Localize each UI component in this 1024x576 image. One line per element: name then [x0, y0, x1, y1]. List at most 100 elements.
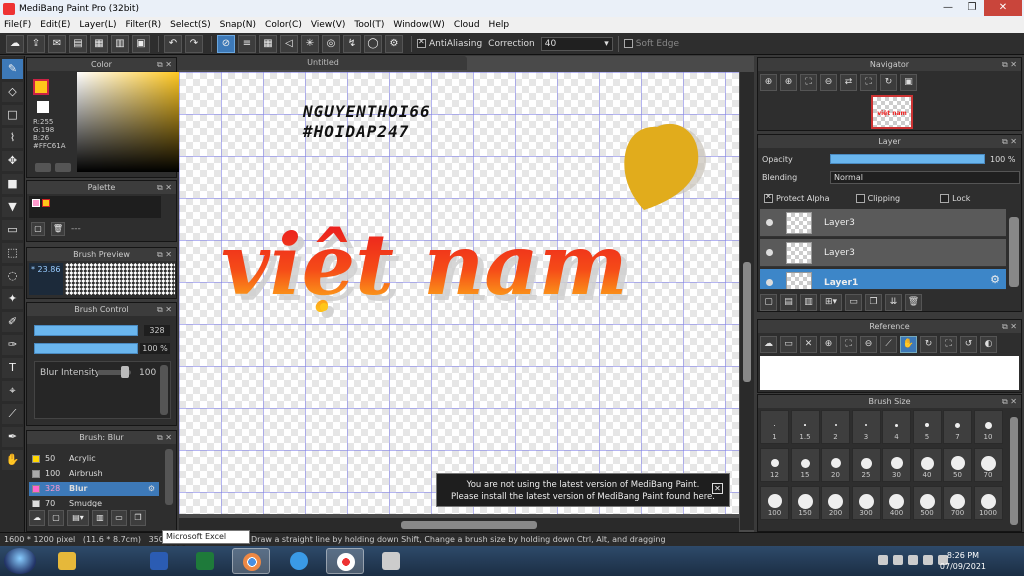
- menu-file[interactable]: File(F): [4, 20, 31, 30]
- ie-taskbar-button[interactable]: [280, 548, 318, 574]
- lasso-tool-icon[interactable]: ⌇: [2, 128, 23, 148]
- canvas-vertical-scrollbar[interactable]: [740, 72, 754, 530]
- brush-item-smudge[interactable]: 70 Smudge: [29, 497, 183, 507]
- delete-palette-icon[interactable]: 🗑: [51, 222, 65, 236]
- reference-eyedropper-icon[interactable]: ⟋: [880, 336, 897, 353]
- windows-start-icon[interactable]: [4, 548, 36, 574]
- correction-select[interactable]: 40: [540, 36, 613, 51]
- color-swap-button[interactable]: [55, 163, 71, 172]
- layer-row[interactable]: Layer3: [760, 209, 1006, 237]
- circle-snap-icon[interactable]: ◯: [364, 34, 382, 53]
- vanishing-snap-icon[interactable]: ◁: [280, 34, 298, 53]
- layer-visibility-icon[interactable]: [766, 279, 773, 286]
- curve-snap-icon[interactable]: ↯: [343, 34, 361, 53]
- brush-size-scrollbar[interactable]: [1010, 417, 1018, 525]
- menu-view[interactable]: View(V): [311, 20, 346, 30]
- brush-size-option[interactable]: 1.5: [790, 410, 820, 444]
- new-brush-icon[interactable]: ▢: [48, 510, 64, 526]
- brush-folder-icon[interactable]: ▭: [111, 510, 127, 526]
- foreground-color-swatch[interactable]: [33, 79, 49, 95]
- menu-color[interactable]: Color(C): [265, 20, 302, 30]
- dot-tool-icon[interactable]: □: [2, 105, 23, 125]
- bucket-tool-icon[interactable]: ▼: [2, 197, 23, 217]
- soft-edge-checkbox[interactable]: [623, 39, 633, 48]
- palette-swatch-pink[interactable]: [32, 199, 40, 207]
- duplicate-layer-icon[interactable]: ❐: [865, 294, 882, 311]
- brush-size-option[interactable]: 400: [882, 486, 911, 520]
- navigator-thumbnail[interactable]: việt nam: [871, 95, 913, 129]
- brush-size-option[interactable]: 7: [943, 410, 972, 444]
- panel-controls-icon[interactable]: ⧉ ✕: [157, 248, 172, 261]
- brush-size-option[interactable]: 50: [943, 448, 972, 482]
- reference-reset-icon[interactable]: ↺: [960, 336, 977, 353]
- menu-help[interactable]: Help: [489, 20, 510, 30]
- hand-tool-icon[interactable]: ✋: [2, 450, 23, 470]
- brush-list-scrollbar[interactable]: [165, 449, 173, 505]
- antialiasing-checkbox[interactable]: [417, 37, 426, 48]
- brush-item-airbrush[interactable]: 100 Airbrush: [29, 467, 183, 481]
- blur-intensity-knob[interactable]: [121, 366, 129, 378]
- gradient-tool-icon[interactable]: ▭: [2, 220, 23, 240]
- brush-size-option[interactable]: 1: [760, 410, 789, 444]
- operation-tool-icon[interactable]: ⌖: [2, 381, 23, 401]
- layer-visibility-icon[interactable]: [766, 249, 773, 256]
- paint-app-taskbar-button[interactable]: [372, 548, 410, 574]
- lasso-select-tool-icon[interactable]: ◌: [2, 266, 23, 286]
- panel-controls-icon[interactable]: ⧉ ✕: [157, 58, 172, 71]
- redo-icon[interactable]: ↷: [185, 34, 203, 53]
- concentric-snap-icon[interactable]: ◎: [322, 34, 340, 53]
- brush-size-option[interactable]: 100: [760, 486, 789, 520]
- select-tool-icon[interactable]: ⬚: [2, 243, 23, 263]
- reference-close-icon[interactable]: ✕: [800, 336, 817, 353]
- zoom-in-alt-icon[interactable]: ⊕: [780, 74, 797, 91]
- brush-size-option[interactable]: 12: [760, 448, 789, 482]
- layer-visibility-icon[interactable]: [766, 219, 773, 226]
- brush-size-option[interactable]: 2: [821, 410, 850, 444]
- pen-tool-icon[interactable]: ✒: [2, 427, 23, 447]
- brush-opacity-slider[interactable]: [34, 343, 138, 354]
- brush-size-slider[interactable]: [34, 325, 138, 336]
- brush-settings-gear-icon[interactable]: ⚙: [148, 482, 155, 496]
- palette-swatch-yellow[interactable]: [42, 199, 50, 207]
- eraser-tool-icon[interactable]: ◇: [2, 82, 23, 102]
- panel-controls-icon[interactable]: ⧉ ✕: [157, 181, 172, 194]
- horizontal-scroll-thumb[interactable]: [401, 521, 537, 529]
- panel-controls-icon[interactable]: ⧉ ✕: [1002, 320, 1017, 333]
- document-tab[interactable]: Untitled: [179, 56, 467, 70]
- menu-tool[interactable]: Tool(T): [354, 20, 384, 30]
- brush-size-option[interactable]: 10: [973, 410, 1003, 444]
- brush-size-option[interactable]: 70: [973, 448, 1003, 482]
- cloud-brush-icon[interactable]: ☁: [29, 510, 45, 526]
- save-icon[interactable]: ▣: [132, 34, 150, 53]
- layer-row-selected[interactable]: Layer1 ⚙: [760, 269, 1006, 290]
- add-layer-menu-icon[interactable]: ⊞▾: [820, 294, 842, 311]
- layer-list-scrollbar[interactable]: [1009, 217, 1019, 287]
- brush-size-option[interactable]: 150: [790, 486, 820, 520]
- brush-size-option[interactable]: 5: [912, 410, 942, 444]
- chrome-taskbar-button[interactable]: [232, 548, 270, 574]
- reference-viewer[interactable]: [760, 356, 1019, 390]
- comment-icon[interactable]: ✉: [48, 34, 66, 53]
- cloud-icon[interactable]: ☁: [6, 34, 24, 53]
- word-taskbar-button[interactable]: [140, 548, 178, 574]
- panel-controls-icon[interactable]: ⧉ ✕: [157, 431, 172, 444]
- brush-size-option[interactable]: 200: [821, 486, 850, 520]
- protect-alpha-checkbox[interactable]: [764, 192, 773, 203]
- import-brush-icon[interactable]: ▥: [92, 510, 108, 526]
- background-color-swatch[interactable]: [37, 101, 49, 113]
- magic-wand-tool-icon[interactable]: ✦: [2, 289, 23, 309]
- minimize-button[interactable]: —: [936, 0, 960, 16]
- brush-size-option[interactable]: 20: [821, 448, 850, 482]
- reference-rotate-icon[interactable]: ↻: [920, 336, 937, 353]
- select-pen-tool-icon[interactable]: ✐: [2, 312, 23, 332]
- reference-open-icon[interactable]: ▭: [780, 336, 797, 353]
- fill-rect-tool-icon[interactable]: ■: [2, 174, 23, 194]
- new-8bit-layer-icon[interactable]: ▥: [800, 294, 817, 311]
- add-palette-icon[interactable]: ▢: [31, 222, 45, 236]
- rotate-icon[interactable]: ↻: [880, 74, 897, 91]
- move-tool-icon[interactable]: ✥: [2, 151, 23, 171]
- reference-actual-size-icon[interactable]: ⛶: [940, 336, 957, 353]
- layer-opacity-slider[interactable]: [830, 154, 985, 164]
- brush-settings-scrollbar[interactable]: [160, 365, 168, 415]
- panel-controls-icon[interactable]: ⧉ ✕: [157, 303, 172, 316]
